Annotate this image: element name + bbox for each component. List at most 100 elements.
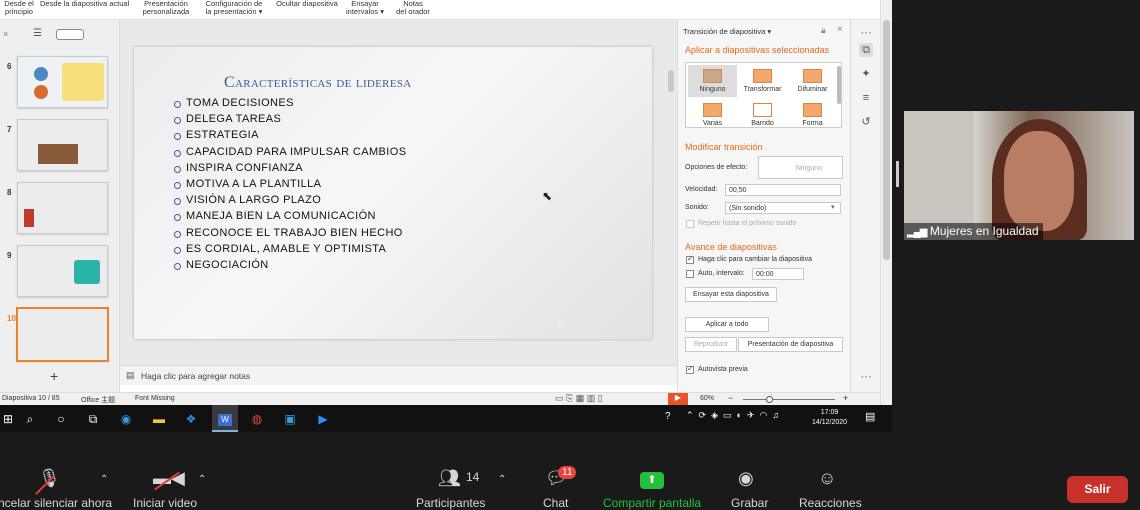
zoom-app-icon[interactable]: ▶ bbox=[315, 411, 331, 427]
search-icon[interactable]: ⌕ bbox=[22, 411, 38, 427]
autopreview-checkbox[interactable] bbox=[686, 364, 694, 374]
panel-title[interactable]: Transición de diapositiva ▾ bbox=[683, 27, 771, 36]
transition-varias[interactable]: Varias bbox=[688, 99, 737, 127]
lock-icon[interactable]: 🔒︎ bbox=[821, 25, 826, 36]
slide-thumbnail-selected[interactable] bbox=[16, 307, 109, 362]
transition-none[interactable]: Ninguno bbox=[688, 65, 737, 97]
bullet-item: CAPACIDAD PARA IMPULSAR CAMBIOS bbox=[174, 144, 406, 160]
zoom-out-icon[interactable]: − bbox=[728, 393, 733, 403]
windows-taskbar: ⊞ ⌕ ○ ⧉ ◉ ▬ ❖ W ◍ ▣ ▶ ? ⌃⟳◈▭◐✈◠♫ 17:09 14… bbox=[0, 405, 892, 432]
leave-button[interactable]: Salir bbox=[1067, 476, 1128, 503]
settings-sliders-icon[interactable]: ≡ bbox=[859, 91, 873, 105]
video-label[interactable]: Iniciar video bbox=[133, 496, 197, 510]
view-icons[interactable]: ▭ ⎘ ▦ ▥ ▯ bbox=[555, 393, 603, 404]
slide-view-icon[interactable] bbox=[56, 29, 84, 40]
bullet-item: INSPIRA CONFIANZA bbox=[174, 160, 406, 176]
font-missing-label[interactable]: Font Missing bbox=[135, 395, 175, 402]
zoom-slider-handle[interactable] bbox=[766, 396, 773, 403]
wps-writer-icon[interactable]: W bbox=[212, 405, 238, 432]
zoom-in-icon[interactable]: + bbox=[843, 393, 848, 403]
zoom-level[interactable]: 60% bbox=[700, 395, 714, 402]
share-screen-label[interactable]: Compartir pantalla bbox=[603, 496, 701, 510]
slide-thumbnail[interactable] bbox=[17, 245, 108, 297]
speaker-notes-button[interactable]: Notas del orador bbox=[393, 0, 433, 16]
record-label[interactable]: Grabar bbox=[731, 496, 768, 510]
slide-thumbnail[interactable] bbox=[17, 119, 108, 171]
share-screen-icon[interactable]: ⬆ bbox=[640, 472, 664, 489]
participants-icon[interactable]: 👥︎ bbox=[438, 468, 461, 489]
play-button[interactable]: Reproducir bbox=[685, 337, 737, 352]
scroll-thumb[interactable] bbox=[883, 20, 890, 260]
gallery-scrollbar[interactable] bbox=[837, 66, 841, 104]
record-icon[interactable]: ◉ bbox=[738, 468, 754, 489]
slide-thumbnail[interactable] bbox=[17, 56, 108, 108]
chat-label[interactable]: Chat bbox=[543, 496, 568, 510]
bullet-item: ESTRATEGIA bbox=[174, 127, 406, 143]
from-start-button[interactable]: Desde el principio bbox=[2, 0, 36, 16]
task-view-icon[interactable]: ⧉ bbox=[85, 411, 101, 427]
effect-options-dropdown[interactable]: Ninguno bbox=[758, 156, 843, 179]
chevron-up-icon[interactable]: ⌃ bbox=[100, 474, 108, 485]
chrome-icon[interactable]: ◍ bbox=[249, 411, 265, 427]
transition-fade[interactable]: Difuminar bbox=[788, 65, 837, 97]
resize-handle[interactable] bbox=[896, 161, 899, 187]
mute-label[interactable]: ncelar silenciar ahora bbox=[0, 496, 112, 510]
system-tray-icons[interactable]: ⌃⟳◈▭◐✈◠♫ bbox=[686, 410, 784, 421]
canvas-scrollbar[interactable] bbox=[668, 70, 674, 92]
cortana-icon[interactable]: ○ bbox=[53, 411, 69, 427]
custom-show-button[interactable]: Presentación personalizada bbox=[140, 0, 192, 16]
zoom-slider[interactable] bbox=[743, 399, 835, 400]
animation-icon[interactable]: ✦ bbox=[859, 67, 873, 81]
auto-interval-checkbox[interactable] bbox=[686, 270, 694, 278]
store-icon[interactable]: ▣ bbox=[282, 411, 298, 427]
close-icon[interactable]: × bbox=[837, 24, 843, 35]
collapse-icon[interactable]: × bbox=[3, 29, 8, 39]
help-icon[interactable]: ? bbox=[665, 411, 671, 422]
speed-label: Velocidad: bbox=[685, 186, 718, 193]
repeat-sound-checkbox[interactable] bbox=[686, 220, 694, 228]
reactions-label[interactable]: Reacciones bbox=[799, 496, 862, 510]
chevron-up-icon[interactable]: ⌃ bbox=[498, 474, 506, 485]
file-explorer-icon[interactable]: ▬ bbox=[151, 411, 167, 427]
sound-select[interactable]: (Sin sonido) bbox=[725, 202, 841, 214]
notes-bar[interactable]: ▤ Haga clic para agregar notas bbox=[120, 365, 677, 385]
history-icon[interactable]: ↺ bbox=[859, 115, 873, 129]
advance-section-header: Avance de diapositivas bbox=[685, 242, 777, 252]
speed-input[interactable]: 00,50 bbox=[725, 184, 841, 196]
apply-all-button[interactable]: Aplicar a todo bbox=[685, 317, 769, 332]
thumb-number: 9 bbox=[7, 251, 12, 260]
more-icon[interactable]: ··· bbox=[859, 26, 873, 40]
transition-wipe[interactable]: Barrido bbox=[738, 99, 787, 127]
edge-icon[interactable]: ◉ bbox=[118, 411, 134, 427]
on-click-checkbox[interactable] bbox=[686, 254, 694, 264]
transition-shape[interactable]: Forma bbox=[788, 99, 837, 127]
slideshow-button[interactable]: Presentación de diapositiva bbox=[738, 337, 843, 352]
clock[interactable]: 17:09 14/12/2020 bbox=[812, 408, 847, 428]
window-scrollbar[interactable] bbox=[880, 0, 892, 405]
rehearse-slide-button[interactable]: Ensayar esta diapositiva bbox=[685, 287, 777, 302]
add-slide-icon[interactable]: + bbox=[50, 368, 58, 384]
slide-thumbnail[interactable] bbox=[17, 182, 108, 234]
outline-view-icon[interactable]: ☰ bbox=[33, 28, 42, 39]
transition-label: Transformar bbox=[743, 86, 782, 93]
auto-interval-input[interactable]: 00:00 bbox=[752, 268, 804, 280]
rehearse-timings-button[interactable]: Ensayar intervalos ▾ bbox=[344, 0, 386, 16]
transition-icon[interactable]: ⧉ bbox=[859, 43, 873, 57]
reactions-icon[interactable]: ☺︎ bbox=[818, 468, 836, 489]
hide-slide-button[interactable]: Ocultar diapositiva bbox=[273, 0, 341, 8]
dropbox-icon[interactable]: ❖ bbox=[183, 411, 199, 427]
setup-show-button[interactable]: Configuración de la presentación ▾ bbox=[200, 0, 268, 16]
transition-morph[interactable]: Transformar bbox=[738, 65, 787, 97]
more-icon[interactable]: ··· bbox=[859, 370, 873, 384]
chevron-up-icon[interactable]: ⌃ bbox=[198, 474, 206, 485]
current-slide[interactable]: Características de lideresa TOMA DECISIO… bbox=[134, 47, 652, 339]
notes-placeholder: Haga clic para agregar notas bbox=[141, 371, 251, 381]
shared-screen: Desde el principio Desde la diapositiva … bbox=[0, 0, 892, 432]
participant-video[interactable]: ▂▄▆ Mujeres en Igualdad bbox=[904, 111, 1134, 240]
notifications-icon[interactable]: ▤ bbox=[865, 410, 875, 423]
from-current-slide-button[interactable]: Desde la diapositiva actual bbox=[40, 0, 136, 8]
participants-label[interactable]: Participantes bbox=[416, 496, 485, 510]
wps-icon: W bbox=[218, 414, 232, 426]
start-icon[interactable]: ⊞ bbox=[0, 411, 16, 427]
transition-label: Ninguno bbox=[699, 86, 726, 93]
